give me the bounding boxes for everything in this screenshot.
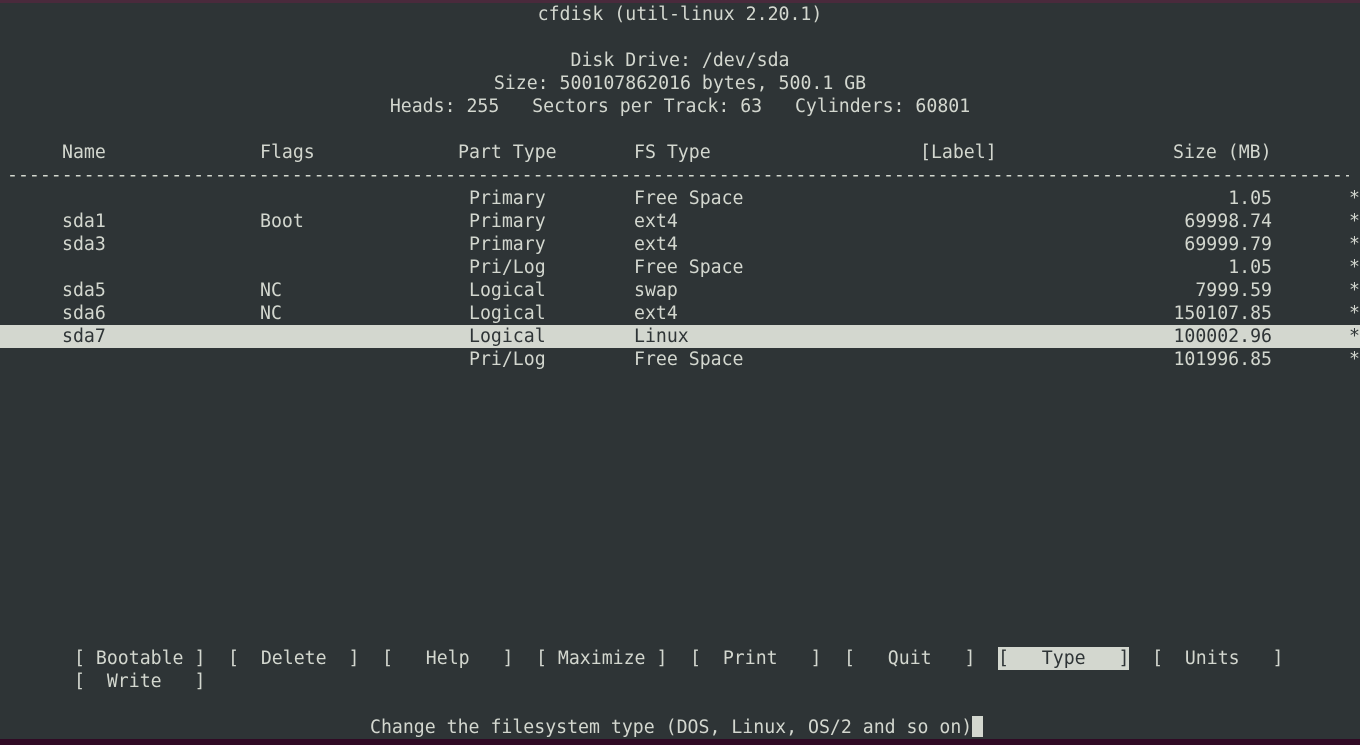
header-name: Name bbox=[62, 142, 106, 163]
partition-part-type: Logical bbox=[469, 303, 546, 324]
partition-row[interactable]: sda1 Boot Primary ext4 69998.74 * bbox=[7, 210, 1360, 233]
partition-row[interactable]: Primary Free Space 1.05 * bbox=[7, 187, 1360, 210]
partition-row[interactable]: Pri/Log Free Space 1.05 * bbox=[7, 256, 1360, 279]
partition-flags: Boot bbox=[260, 211, 304, 232]
help-button[interactable]: [ Help ] bbox=[382, 647, 513, 670]
disk-drive-line: Disk Drive: /dev/sda bbox=[570, 50, 790, 71]
header-size: Size (MB) bbox=[1173, 142, 1272, 163]
partition-part-type: Pri/Log bbox=[469, 257, 546, 278]
header-fs-type: FS Type bbox=[634, 142, 711, 163]
app-title: cfdisk (util-linux 2.20.1) bbox=[537, 4, 823, 25]
delete-button[interactable]: [ Delete ] bbox=[228, 647, 359, 670]
partition-part-type: Logical bbox=[469, 326, 546, 347]
window-bottom-border bbox=[0, 739, 1360, 745]
quit-button[interactable]: [ Quit ] bbox=[844, 647, 975, 670]
partition-part-type: Primary bbox=[469, 211, 546, 232]
partition-size: 1.05 bbox=[1228, 188, 1272, 209]
disk-size-line: Size: 500107862016 bytes, 500.1 GB bbox=[493, 73, 867, 94]
partition-fs-type: ext4 bbox=[634, 303, 678, 324]
partition-part-type: Logical bbox=[469, 280, 546, 301]
partition-size: 150107.85 bbox=[1173, 303, 1272, 324]
partition-size: 100002.96 bbox=[1173, 326, 1272, 347]
text-cursor bbox=[972, 716, 984, 737]
maximize-button[interactable]: [ Maximize ] bbox=[536, 647, 667, 670]
partition-row[interactable]: Pri/Log Free Space 101996.85 * bbox=[7, 348, 1360, 371]
partition-size: 69999.79 bbox=[1184, 234, 1272, 255]
partition-fs-type: Linux bbox=[634, 326, 689, 347]
partition-part-type: Primary bbox=[469, 188, 546, 209]
partition-fs-type: swap bbox=[634, 280, 678, 301]
partition-marker: * bbox=[1349, 349, 1360, 370]
disk-geometry-line: Heads: 255 Sectors per Track: 63 Cylinde… bbox=[389, 96, 971, 117]
partition-fs-type: ext4 bbox=[634, 211, 678, 232]
partition-name: sda5 bbox=[62, 280, 106, 301]
write-button[interactable]: [ Write ] bbox=[74, 670, 205, 693]
header-flags: Flags bbox=[260, 142, 315, 163]
partition-marker: * bbox=[1349, 303, 1360, 324]
table-separator: ----------------------------------------… bbox=[7, 165, 1349, 186]
status-line: Change the filesystem type (DOS, Linux, … bbox=[370, 716, 984, 739]
partition-size: 7999.59 bbox=[1195, 280, 1272, 301]
partition-fs-type: ext4 bbox=[634, 234, 678, 255]
header-label: [Label] bbox=[920, 142, 997, 163]
partition-marker: * bbox=[1349, 326, 1360, 347]
partition-marker: * bbox=[1349, 257, 1360, 278]
partition-flags: NC bbox=[260, 303, 282, 324]
partition-size: 101996.85 bbox=[1173, 349, 1272, 370]
partition-row[interactable]: sda5 NC Logical swap 7999.59 * bbox=[7, 279, 1360, 302]
header-part-type: Part Type bbox=[458, 142, 557, 163]
partition-name: sda7 bbox=[62, 326, 106, 347]
table-header: Name Flags Part Type FS Type [Label] Siz… bbox=[7, 141, 1360, 164]
partition-row[interactable]: sda6 NC Logical ext4 150107.85 * bbox=[7, 302, 1360, 325]
partition-marker: * bbox=[1349, 188, 1360, 209]
partition-part-type: Pri/Log bbox=[469, 349, 546, 370]
bootable-button[interactable]: [ Bootable ] bbox=[74, 647, 205, 670]
partition-fs-type: Free Space bbox=[634, 188, 744, 209]
partition-fs-type: Free Space bbox=[634, 349, 744, 370]
partition-fs-type: Free Space bbox=[634, 257, 744, 278]
partition-row[interactable]: sda7 Logical Linux 100002.96 * bbox=[0, 325, 1360, 348]
type-button[interactable]: [ Type ] bbox=[998, 647, 1130, 670]
partition-marker: * bbox=[1349, 211, 1360, 232]
partition-row[interactable]: sda3 Primary ext4 69999.79 * bbox=[7, 233, 1360, 256]
partition-part-type: Primary bbox=[469, 234, 546, 255]
partition-size: 69998.74 bbox=[1184, 211, 1272, 232]
partition-size: 1.05 bbox=[1228, 257, 1272, 278]
partition-name: sda6 bbox=[62, 303, 106, 324]
partition-marker: * bbox=[1349, 280, 1360, 301]
partition-marker: * bbox=[1349, 234, 1360, 255]
units-button[interactable]: [ Units ] bbox=[1152, 647, 1283, 670]
status-message: Change the filesystem type (DOS, Linux, … bbox=[370, 717, 973, 738]
partition-name: sda3 bbox=[62, 234, 106, 255]
print-button[interactable]: [ Print ] bbox=[690, 647, 821, 670]
partition-flags: NC bbox=[260, 280, 282, 301]
partition-name: sda1 bbox=[62, 211, 106, 232]
